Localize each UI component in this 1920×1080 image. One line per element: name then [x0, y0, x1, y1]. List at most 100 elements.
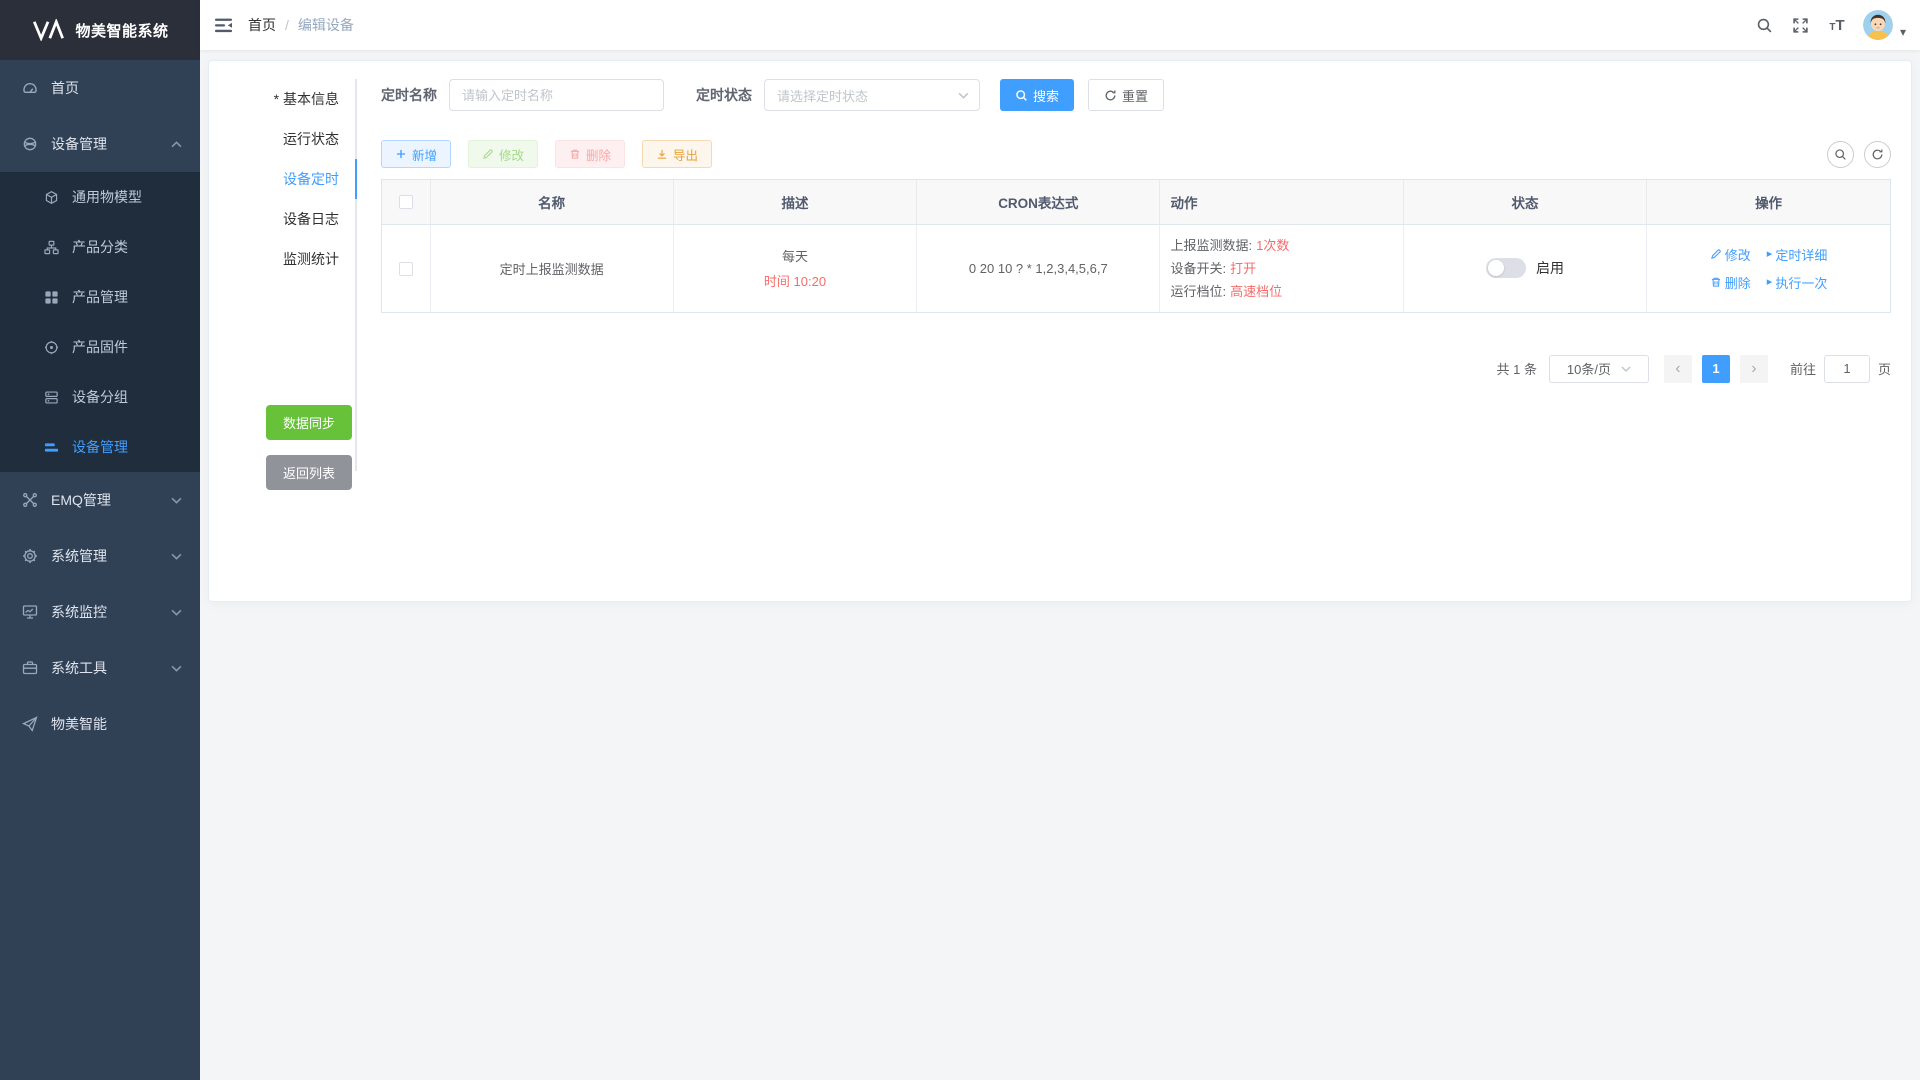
fullscreen-icon — [1792, 17, 1809, 34]
timer-detail-link[interactable]: ▸ 定时详细 — [1767, 245, 1828, 264]
back-to-list-button[interactable]: 返回列表 — [266, 455, 352, 490]
prev-page-button[interactable]: ‹ — [1664, 355, 1692, 383]
fullscreen-button[interactable] — [1783, 0, 1819, 50]
sidebar-item-wumei-smart[interactable]: 物美智能 — [0, 696, 200, 752]
sidebar-item-system-monitor[interactable]: 系统监控 — [0, 584, 200, 640]
link-label: 定时详细 — [1775, 245, 1827, 264]
breadcrumb-current: 编辑设备 — [298, 15, 354, 35]
action-line: 设备开关: 打开 — [1170, 257, 1392, 280]
link-label: 删除 — [1725, 273, 1751, 292]
goto-page-input[interactable] — [1824, 355, 1870, 383]
action-line: 运行档位: 高速档位 — [1170, 280, 1392, 303]
font-size-button[interactable]: T T — [1819, 0, 1855, 50]
desc-line1: 每天 — [674, 246, 916, 265]
pagination-goto: 前往 页 — [1790, 355, 1891, 383]
hamburger-icon — [215, 18, 233, 33]
sidebar-item-label: 设备管理 — [51, 134, 107, 154]
sidebar-item-system-management[interactable]: 系统管理 — [0, 528, 200, 584]
timer-name-input[interactable] — [449, 79, 664, 111]
edit-button[interactable]: 修改 — [468, 140, 538, 168]
breadcrumb: 首页 / 编辑设备 — [248, 15, 354, 35]
cell-status: 启用 — [1403, 224, 1646, 312]
cell-actions: 上报监测数据: 1次数 设备开关: 打开 运行档位: — [1160, 224, 1403, 312]
refresh-table-button[interactable] — [1864, 141, 1891, 168]
sidebar-item-label: 通用物模型 — [72, 187, 142, 207]
chevron-down-icon — [1621, 366, 1631, 372]
edit-button-label: 修改 — [499, 145, 524, 164]
tab-basic-info[interactable]: * 基本信息 — [224, 79, 357, 119]
device-management-submenu: 通用物模型 产品分类 产品管理 — [0, 172, 200, 472]
page-size-select[interactable]: 10条/页 — [1549, 355, 1649, 383]
cell-cron: 0 20 10 ? * 1,2,3,4,5,6,7 — [917, 224, 1160, 312]
target-icon — [44, 340, 59, 355]
navbar-right: T T — [1747, 0, 1910, 50]
plus-icon — [395, 148, 407, 160]
column-header-cron: CRON表达式 — [917, 180, 1160, 224]
tab-device-timer[interactable]: 设备定时 — [224, 159, 357, 199]
required-star: * — [274, 91, 279, 107]
sidebar-item-label: 系统管理 — [51, 546, 107, 566]
tab-monitor-stats[interactable]: 监测统计 — [224, 239, 357, 279]
row-checkbox[interactable] — [399, 262, 413, 276]
cell-desc: 每天 时间 10:20 — [673, 224, 916, 312]
download-icon — [656, 148, 668, 160]
trash-icon — [1710, 276, 1722, 288]
sidebar-item-device-management[interactable]: 设备管理 — [0, 116, 200, 172]
reset-button[interactable]: 重置 — [1088, 79, 1164, 111]
action-value: 高速档位 — [1230, 280, 1282, 303]
trash-icon — [569, 148, 581, 160]
select-all-checkbox[interactable] — [399, 195, 413, 209]
run-once-link[interactable]: ▸ 执行一次 — [1767, 273, 1828, 292]
sidebar-item-home[interactable]: 首页 — [0, 60, 200, 116]
toggle-search-button[interactable] — [1827, 141, 1854, 168]
sidebar-item-label: 物美智能 — [51, 714, 107, 734]
sidebar-toggle-button[interactable] — [200, 0, 248, 50]
timer-status-select[interactable]: 请选择定时状态 — [764, 79, 980, 111]
goto-label: 前往 — [1790, 359, 1816, 378]
sidebar-item-label: 首页 — [51, 78, 79, 98]
sidebar-item-system-tools[interactable]: 系统工具 — [0, 640, 200, 696]
sidebar-item-label: 产品分类 — [72, 237, 128, 257]
row-edit-link[interactable]: 修改 — [1710, 245, 1751, 264]
timer-status-label: 定时状态 — [696, 85, 752, 105]
sidebar-item-label: 系统监控 — [51, 602, 107, 622]
data-sync-button[interactable]: 数据同步 — [266, 405, 352, 440]
search-icon — [1834, 148, 1847, 161]
add-button[interactable]: 新增 — [381, 140, 451, 168]
delete-button[interactable]: 删除 — [555, 140, 625, 168]
app-logo: 物美智能系统 — [0, 0, 200, 60]
sidebar-item-device-management-sub[interactable]: 设备管理 — [0, 422, 200, 472]
sidebar-item-product-firmware[interactable]: 产品固件 — [0, 322, 200, 372]
user-menu[interactable]: ▾ — [1863, 10, 1906, 40]
column-header-action: 动作 — [1160, 180, 1403, 224]
search-button[interactable]: 搜索 — [1000, 79, 1074, 111]
sidebar-item-product-management[interactable]: 产品管理 — [0, 272, 200, 322]
page-body: * 基本信息 运行状态 设备定时 设备日志 监测统计 数据同步 返回列表 定时名… — [200, 50, 1920, 1080]
font-size-large-glyph: T — [1835, 17, 1844, 34]
goto-unit: 页 — [1878, 359, 1891, 378]
action-label: 设备开关: — [1170, 257, 1226, 280]
breadcrumb-home[interactable]: 首页 — [248, 15, 276, 35]
sidebar-item-product-category[interactable]: 产品分类 — [0, 222, 200, 272]
sidebar-item-emq-management[interactable]: EMQ管理 — [0, 472, 200, 528]
status-toggle[interactable] — [1486, 258, 1526, 278]
side-buttons: 数据同步 返回列表 — [224, 405, 357, 490]
header-search-button[interactable] — [1747, 0, 1783, 50]
page-number-current[interactable]: 1 — [1702, 355, 1730, 383]
sidebar-item-thing-model[interactable]: 通用物模型 — [0, 172, 200, 222]
export-button[interactable]: 导出 — [642, 140, 712, 168]
export-button-label: 导出 — [673, 145, 698, 164]
action-value: 1次数 — [1256, 234, 1289, 257]
tab-running-status[interactable]: 运行状态 — [224, 119, 357, 159]
navbar: 首页 / 编辑设备 T T — [200, 0, 1920, 50]
tab-device-log[interactable]: 设备日志 — [224, 199, 357, 239]
search-icon — [1015, 89, 1028, 102]
sidebar-item-label: 产品管理 — [72, 287, 128, 307]
next-page-button[interactable]: › — [1740, 355, 1768, 383]
breadcrumb-separator: / — [285, 17, 289, 33]
briefcase-icon — [22, 660, 38, 676]
sidebar-item-device-group[interactable]: 设备分组 — [0, 372, 200, 422]
row-delete-link[interactable]: 删除 — [1710, 273, 1751, 292]
caret-right-icon: ▸ — [1767, 277, 1773, 288]
chevron-down-icon — [958, 92, 969, 99]
